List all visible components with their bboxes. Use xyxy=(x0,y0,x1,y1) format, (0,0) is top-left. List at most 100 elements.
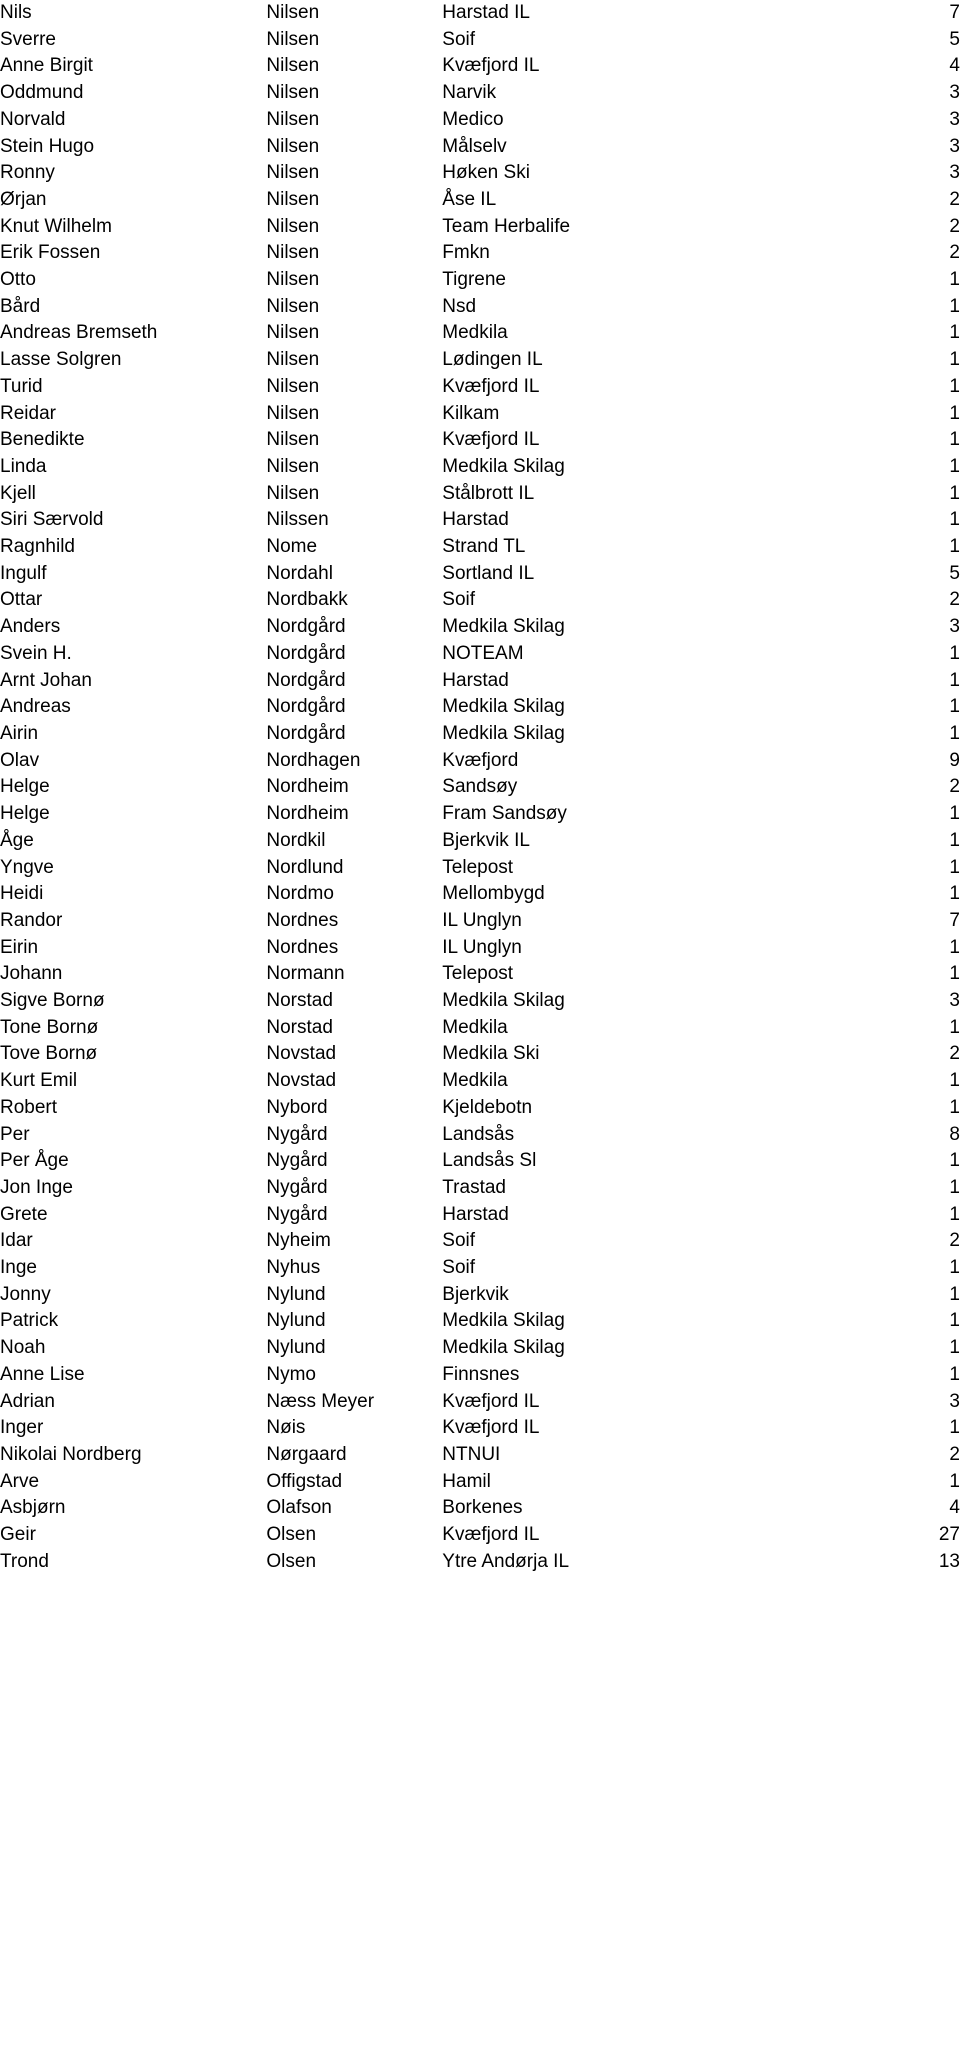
cell-club: Medkila Skilag xyxy=(442,1310,565,1332)
cell-count: 1 xyxy=(949,883,960,905)
cell-club: Medkila Skilag xyxy=(442,455,565,477)
cell-count: 4 xyxy=(949,1497,960,1519)
cell-last-name: Nyheim xyxy=(266,1230,331,1252)
cell-club: Kvæfjord IL xyxy=(442,375,540,397)
cell-last-name: Nilsen xyxy=(266,375,320,397)
cell-club: Kilkam xyxy=(442,402,500,424)
cell-last-name: Nilsen xyxy=(266,28,320,50)
table-row: Erik Fossen Nilsen Fmkn 2 xyxy=(0,240,960,267)
table-row: Norvald Nilsen Medico 3 xyxy=(0,107,960,134)
cell-club: Borkenes xyxy=(442,1497,523,1519)
cell-first-name: Asbjørn xyxy=(0,1497,66,1519)
cell-first-name: Arnt Johan xyxy=(0,669,92,691)
cell-last-name: Nordhagen xyxy=(266,749,361,771)
cell-last-name: Nilsen xyxy=(266,55,320,77)
cell-club: Soif xyxy=(442,1257,476,1279)
table-row: Kjell Nilsen Stålbrott IL 1 xyxy=(0,481,960,508)
table-row: Anne Lise Nymo Finnsnes 1 xyxy=(0,1362,960,1389)
cell-club: Kvæfjord IL xyxy=(442,1417,540,1439)
table-row: Anne Birgit Nilsen Kvæfjord IL 4 xyxy=(0,53,960,80)
cell-first-name: Turid xyxy=(0,375,43,397)
table-row: Nikolai Nordberg Nørgaard NTNUI 2 xyxy=(0,1442,960,1469)
table-row: Arve Offigstad Hamil 1 xyxy=(0,1469,960,1496)
cell-count: 2 xyxy=(949,1443,960,1465)
cell-club: Soif xyxy=(442,1230,476,1252)
table-row: Siri Særvold Nilssen Harstad 1 xyxy=(0,507,960,534)
cell-first-name: Bård xyxy=(0,295,41,317)
cell-last-name: Nilsen xyxy=(266,108,320,130)
cell-count: 1 xyxy=(949,1096,960,1118)
cell-club: Hamil xyxy=(442,1470,491,1492)
cell-count: 1 xyxy=(949,696,960,718)
cell-first-name: Nils xyxy=(0,2,32,23)
table-row: Ørjan Nilsen Åse IL 2 xyxy=(0,187,960,214)
cell-count: 9 xyxy=(949,749,960,771)
cell-club: Medkila Ski xyxy=(442,1043,540,1065)
table-row: Andreas Nordgård Medkila Skilag 1 xyxy=(0,694,960,721)
cell-first-name: Åge xyxy=(0,829,34,851)
cell-first-name: Airin xyxy=(0,722,39,744)
cell-last-name: Nilsen xyxy=(266,242,320,264)
cell-first-name: Inge xyxy=(0,1257,37,1279)
table-row: Patrick Nylund Medkila Skilag 1 xyxy=(0,1308,960,1335)
table-row: Heidi Nordmo Mellombygd 1 xyxy=(0,881,960,908)
table-row: Sverre Nilsen Soif 5 xyxy=(0,27,960,54)
cell-last-name: Offigstad xyxy=(266,1470,343,1492)
table-row: Per Åge Nygård Landsås Sl 1 xyxy=(0,1148,960,1175)
cell-count: 3 xyxy=(949,108,960,130)
cell-first-name: Patrick xyxy=(0,1310,59,1332)
cell-club: Medkila Skilag xyxy=(442,722,565,744)
cell-count: 2 xyxy=(949,1230,960,1252)
cell-last-name: Nordlund xyxy=(266,856,344,878)
cell-club: Medkila Skilag xyxy=(442,1337,565,1359)
cell-first-name: Yngve xyxy=(0,856,54,878)
cell-first-name: Otto xyxy=(0,269,36,291)
table-row: Tone Bornø Norstad Medkila 1 xyxy=(0,1015,960,1042)
cell-last-name: Norstad xyxy=(266,1016,333,1038)
cell-count: 1 xyxy=(949,856,960,878)
cell-club: Medkila Skilag xyxy=(442,990,565,1012)
cell-last-name: Nøis xyxy=(266,1417,306,1439)
cell-club: Sortland IL xyxy=(442,562,535,584)
table-row: Asbjørn Olafson Borkenes 4 xyxy=(0,1495,960,1522)
cell-club: Kvæfjord IL xyxy=(442,1524,540,1546)
cell-count: 2 xyxy=(949,242,960,264)
cell-last-name: Nilsen xyxy=(266,295,320,317)
table-row: Jon Inge Nygård Trastad 1 xyxy=(0,1175,960,1202)
cell-first-name: Randor xyxy=(0,909,63,931)
table-row: Andreas Bremseth Nilsen Medkila 1 xyxy=(0,320,960,347)
cell-club: Medkila Skilag xyxy=(442,696,565,718)
cell-first-name: Per xyxy=(0,1123,30,1145)
cell-club: Kvæfjord xyxy=(442,749,519,771)
cell-count: 1 xyxy=(949,269,960,291)
cell-first-name: Anne Birgit xyxy=(0,55,93,77)
cell-count: 1 xyxy=(949,402,960,424)
cell-last-name: Nygård xyxy=(266,1123,328,1145)
cell-club: Lødingen IL xyxy=(442,349,543,371)
cell-last-name: Nylund xyxy=(266,1337,326,1359)
cell-first-name: Siri Særvold xyxy=(0,509,104,531)
cell-count: 1 xyxy=(949,1283,960,1305)
cell-last-name: Nordmo xyxy=(266,883,334,905)
table-row: Yngve Nordlund Telepost 1 xyxy=(0,855,960,882)
cell-club: Narvik xyxy=(442,82,497,104)
cell-count: 1 xyxy=(949,829,960,851)
cell-last-name: Nilsen xyxy=(266,269,320,291)
cell-club: Landsås xyxy=(442,1123,515,1145)
cell-count: 1 xyxy=(949,722,960,744)
table-row: Airin Nordgård Medkila Skilag 1 xyxy=(0,721,960,748)
cell-club: Bjerkvik IL xyxy=(442,829,530,851)
cell-last-name: Nørgaard xyxy=(266,1443,347,1465)
cell-first-name: Adrian xyxy=(0,1390,55,1412)
table-row: Noah Nylund Medkila Skilag 1 xyxy=(0,1335,960,1362)
table-row: Reidar Nilsen Kilkam 1 xyxy=(0,401,960,428)
cell-club: Ytre Andørja IL xyxy=(442,1550,570,1572)
cell-last-name: Nome xyxy=(266,536,318,558)
cell-first-name: Heidi xyxy=(0,883,44,905)
cell-first-name: Johann xyxy=(0,963,63,985)
cell-first-name: Geir xyxy=(0,1524,36,1546)
cell-count: 3 xyxy=(949,1390,960,1412)
cell-last-name: Nilsen xyxy=(266,322,320,344)
cell-last-name: Nilsen xyxy=(266,349,320,371)
cell-club: Medico xyxy=(442,108,504,130)
